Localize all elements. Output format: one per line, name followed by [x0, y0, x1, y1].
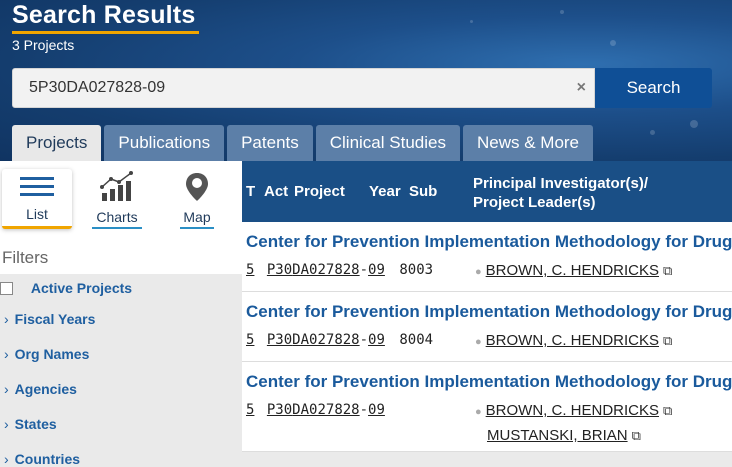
person-icon: ●	[475, 266, 482, 278]
chevron-right-icon: ›	[4, 381, 9, 397]
col-header-project[interactable]: Project	[294, 183, 345, 200]
filter-list: Active Projects › Fiscal Years › Org Names…	[0, 274, 242, 467]
cell-sub: 8003	[399, 262, 434, 278]
sidebar: List Charts Map Filters Active Projects …	[0, 161, 242, 467]
col-header-act[interactable]: Act	[264, 183, 288, 200]
map-underline	[180, 227, 214, 229]
external-link-icon[interactable]: ⧉	[663, 263, 672, 279]
project-title-link[interactable]: Center for Prevention Implementation Met…	[246, 302, 732, 322]
cell-type[interactable]: 5	[246, 332, 254, 348]
filter-countries[interactable]: › Countries	[4, 451, 246, 467]
result-tabs: Projects Publications Patents Clinical S…	[12, 125, 594, 161]
results-table: T Act Project Year Sub Principal Investi…	[242, 161, 732, 467]
external-link-icon[interactable]: ⧉	[663, 403, 672, 419]
filter-agencies[interactable]: › Agencies	[4, 381, 246, 397]
filter-label: States	[14, 416, 57, 432]
view-charts-label: Charts	[96, 209, 138, 225]
cell-sub: 8004	[399, 332, 434, 348]
cell-type[interactable]: 5	[246, 262, 254, 278]
cell-project[interactable]: DA027828	[292, 262, 359, 278]
cell-activity[interactable]: P30	[267, 262, 292, 278]
tab-projects[interactable]: Projects	[12, 125, 102, 161]
pi-name-link[interactable]: BROWN, C. HENDRICKS	[486, 332, 659, 349]
col-header-t[interactable]: T	[246, 183, 255, 200]
project-title-link[interactable]: Center for Prevention Implementation Met…	[246, 232, 732, 252]
active-projects-label: Active Projects	[30, 280, 133, 296]
chevron-right-icon: ›	[4, 416, 9, 432]
page-title: Search Results	[12, 1, 196, 29]
filter-states[interactable]: › States	[4, 416, 246, 432]
map-pin-icon	[186, 173, 208, 201]
filter-active-projects[interactable]: Active Projects	[0, 280, 242, 296]
person-icon: ●	[475, 406, 482, 418]
project-number: 5 P30DA027828-09	[246, 402, 385, 418]
project-number: 5 P30DA027828-09 8003	[246, 262, 434, 278]
tab-patents[interactable]: Patents	[227, 125, 313, 161]
search-input[interactable]	[13, 69, 594, 107]
hero-banner: Search Results 3 Projects × Search Proje…	[0, 0, 732, 161]
cell-year[interactable]: 09	[368, 402, 385, 418]
project-title-link[interactable]: Center for Prevention Implementation Met…	[246, 372, 732, 392]
filter-label: Countries	[14, 451, 81, 467]
filter-label: Fiscal Years	[14, 311, 96, 327]
person-icon: ●	[475, 336, 482, 348]
pi-name-link[interactable]: BROWN, C. HENDRICKS	[486, 402, 659, 419]
clear-search-icon[interactable]: ×	[577, 79, 586, 97]
filters-heading: Filters	[2, 248, 49, 267]
cell-activity[interactable]: P30	[267, 402, 292, 418]
chart-icon	[100, 171, 133, 201]
chevron-right-icon: ›	[4, 311, 9, 327]
cell-project[interactable]: DA027828	[292, 332, 359, 348]
cell-type[interactable]: 5	[246, 402, 254, 418]
cell-project[interactable]: DA027828	[292, 402, 359, 418]
pi-entry[interactable]: MUSTANSKI, BRIAN ⧉	[487, 427, 641, 444]
view-charts-button[interactable]: Charts	[82, 169, 152, 229]
pi-entry[interactable]: ● BROWN, C. HENDRICKS ⧉	[475, 262, 672, 279]
result-count: 3 Projects	[12, 37, 75, 53]
table-row: Center for Prevention Implementation Met…	[242, 292, 732, 362]
view-map-button[interactable]: Map	[162, 169, 232, 229]
filter-fiscal-years[interactable]: › Fiscal Years	[4, 311, 246, 327]
cell-activity[interactable]: P30	[267, 332, 292, 348]
col-header-pi-line1[interactable]: Principal Investigator(s)/	[473, 175, 648, 192]
pi-entry[interactable]: ● BROWN, C. HENDRICKS ⧉	[475, 402, 672, 419]
view-list-label: List	[26, 206, 48, 222]
table-row: Center for Prevention Implementation Met…	[242, 222, 732, 292]
cell-year[interactable]: 09	[368, 332, 385, 348]
col-header-pi-line2[interactable]: Project Leader(s)	[473, 194, 596, 211]
cell-year[interactable]: 09	[368, 262, 385, 278]
filter-org-names[interactable]: › Org Names	[4, 346, 246, 362]
tab-publications[interactable]: Publications	[104, 125, 225, 161]
chevron-right-icon: ›	[4, 451, 9, 467]
title-underline	[12, 31, 199, 34]
external-link-icon[interactable]: ⧉	[663, 333, 672, 349]
active-projects-checkbox[interactable]	[0, 282, 13, 295]
table-row: Center for Prevention Implementation Met…	[242, 362, 732, 452]
results-footer-strip	[242, 452, 732, 467]
filter-label: Agencies	[14, 381, 77, 397]
charts-underline	[92, 227, 142, 229]
filter-label: Org Names	[14, 346, 90, 362]
view-map-label: Map	[183, 209, 211, 225]
tab-clinical-studies[interactable]: Clinical Studies	[315, 125, 460, 161]
col-header-sub[interactable]: Sub	[409, 183, 437, 200]
view-list-button[interactable]: List	[2, 169, 72, 229]
view-toggle: List Charts Map	[0, 161, 242, 233]
table-header: T Act Project Year Sub Principal Investi…	[242, 161, 732, 222]
search-button[interactable]: Search	[595, 68, 712, 108]
tab-news-more[interactable]: News & More	[462, 125, 594, 161]
search-box: ×	[12, 68, 595, 108]
pi-entry[interactable]: ● BROWN, C. HENDRICKS ⧉	[475, 332, 672, 349]
pi-name-link[interactable]: MUSTANSKI, BRIAN	[487, 427, 628, 444]
chevron-right-icon: ›	[4, 346, 9, 362]
external-link-icon[interactable]: ⧉	[632, 428, 641, 444]
list-icon	[20, 177, 54, 196]
pi-name-link[interactable]: BROWN, C. HENDRICKS	[486, 262, 659, 279]
project-number: 5 P30DA027828-09 8004	[246, 332, 434, 348]
col-header-year[interactable]: Year	[369, 183, 401, 200]
